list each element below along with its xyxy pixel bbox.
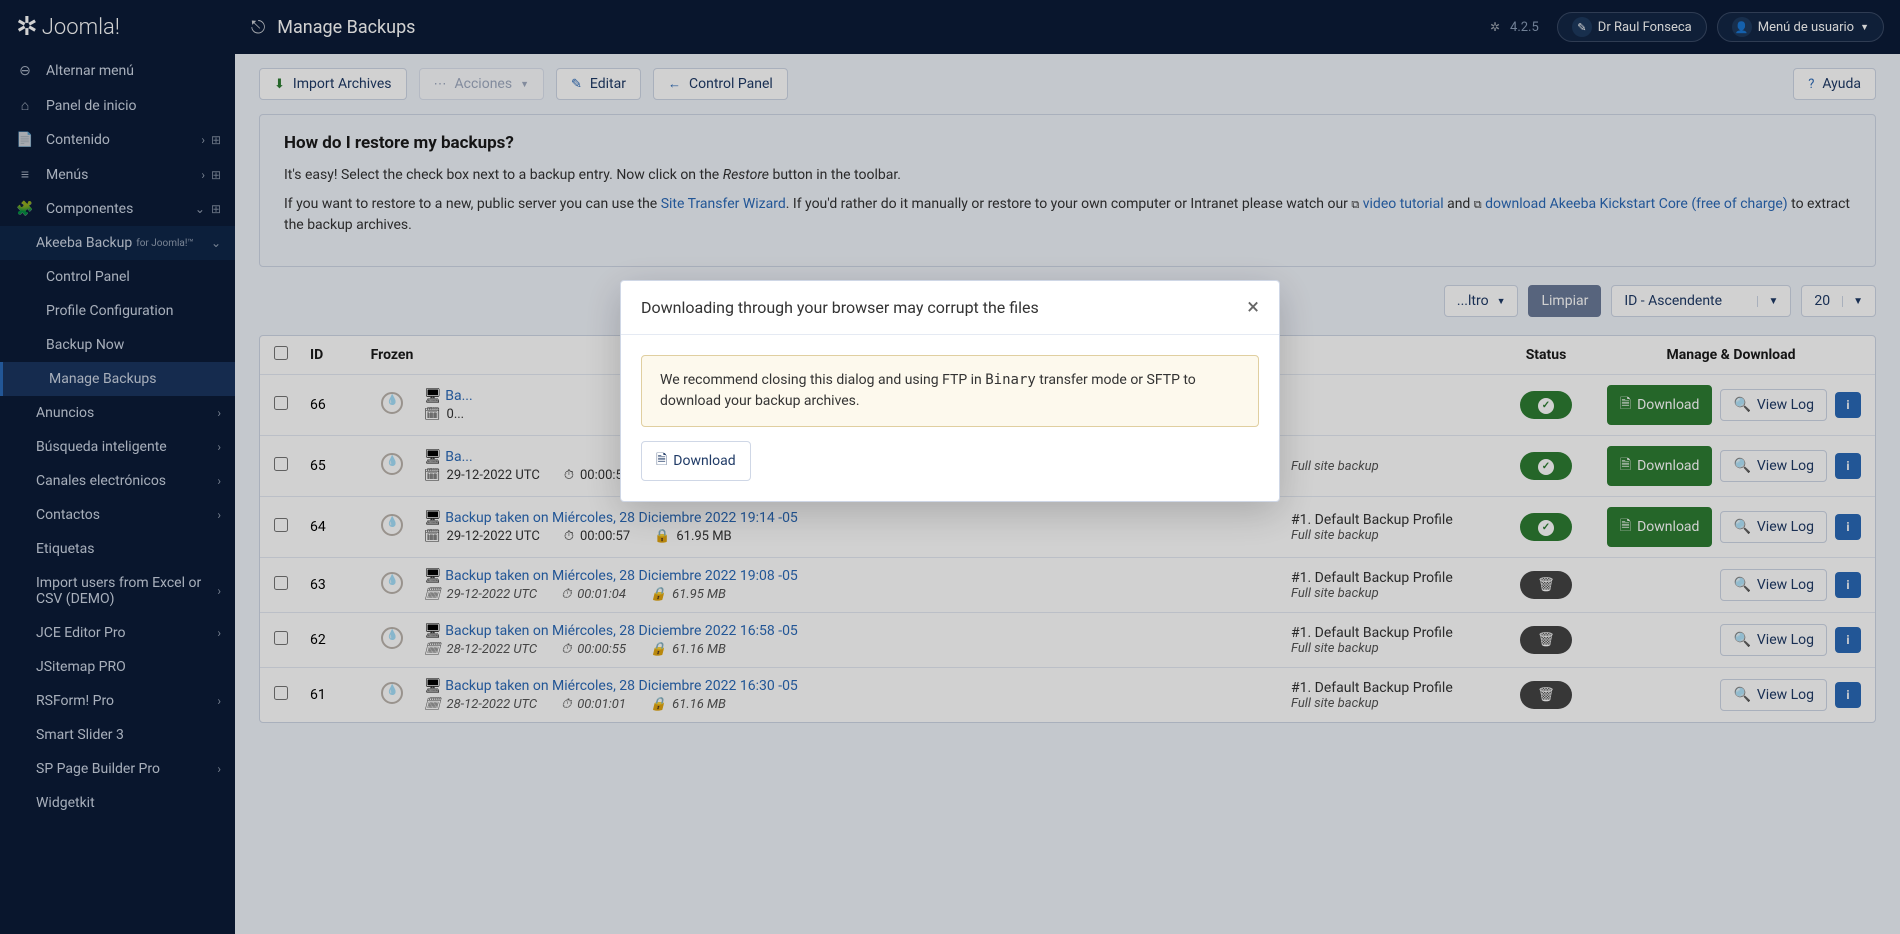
download-warning-modal: Downloading through your browser may cor… <box>620 280 1280 502</box>
modal-header: Downloading through your browser may cor… <box>621 281 1279 335</box>
alert-code: Binary <box>985 372 1036 388</box>
close-icon[interactable]: × <box>1247 295 1259 320</box>
modal-body: We recommend closing this dialog and usi… <box>621 335 1279 501</box>
modal-dl-label: Download <box>673 453 735 469</box>
modal-alert: We recommend closing this dialog and usi… <box>641 355 1259 427</box>
download-icon: 🗎 <box>656 449 667 473</box>
modal-download-button[interactable]: 🗎 Download <box>641 441 751 481</box>
modal-title: Downloading through your browser may cor… <box>641 298 1039 317</box>
modal-overlay[interactable]: Downloading through your browser may cor… <box>0 0 1900 934</box>
alert-text: We recommend closing this dialog and usi… <box>660 372 985 388</box>
